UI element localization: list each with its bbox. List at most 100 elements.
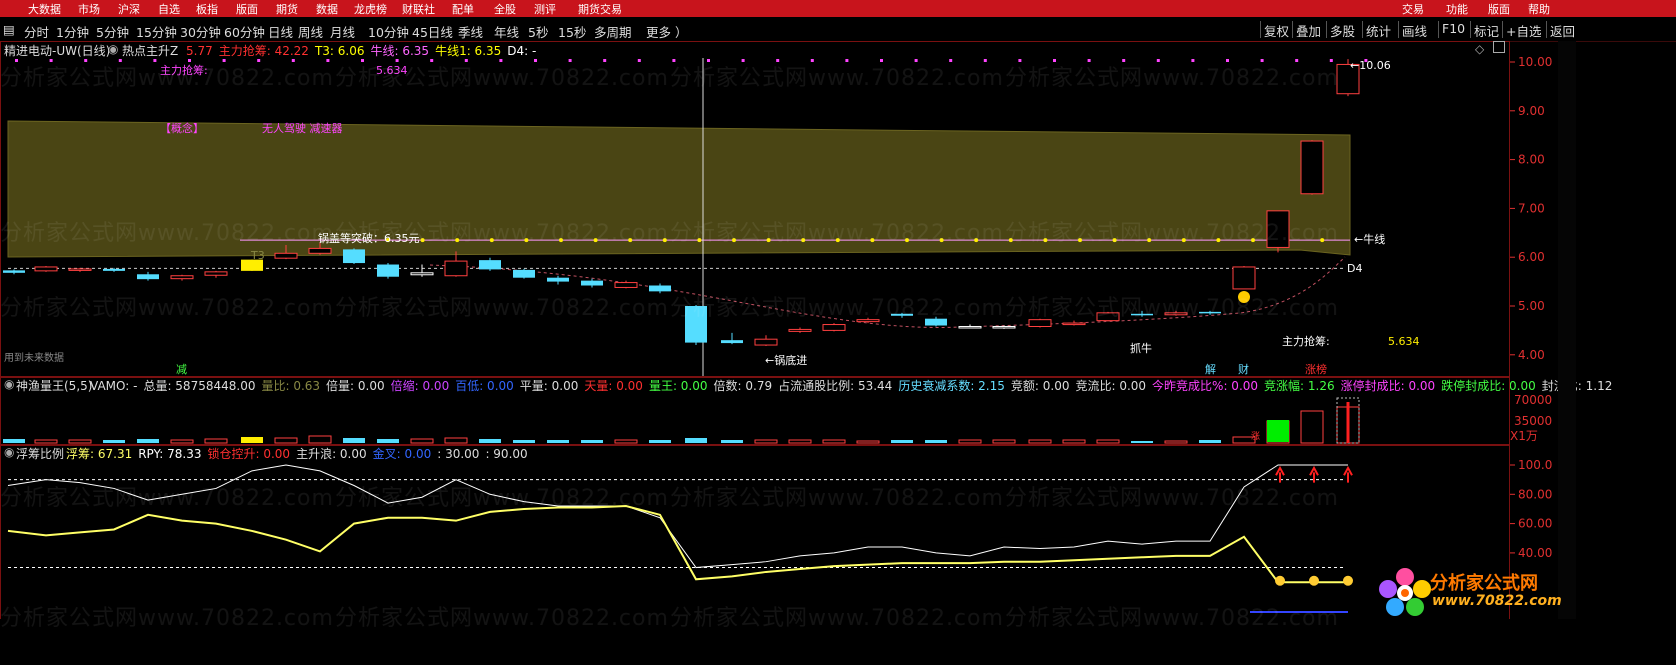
volume-bar — [1028, 439, 1052, 444]
volume-bar — [958, 439, 982, 444]
top-menu-item[interactable]: 配单 — [452, 1, 474, 17]
top-menu-item[interactable]: 自选 — [158, 1, 180, 17]
top-menu-item[interactable]: 期货 — [276, 1, 298, 17]
volume-bar — [649, 440, 671, 443]
volume-bar — [822, 439, 846, 444]
watermark-text: 分析家公式网www.70822.com — [1005, 221, 1339, 246]
volume-bar — [308, 435, 332, 444]
candle-body — [68, 268, 92, 271]
menu-grid-icon[interactable]: ▤ — [3, 22, 15, 37]
period-tab[interactable]: 年线 — [494, 22, 519, 41]
volume-canvas[interactable]: 涨 — [0, 376, 1508, 444]
logo-url: www.70822.com — [1432, 593, 1562, 609]
watermark-text: 分析家公式网www.70822.com — [0, 66, 334, 91]
flower-logo-icon — [1379, 568, 1431, 616]
vol-axis-label: 35000 — [1514, 414, 1552, 428]
period-tab[interactable]: 45日线 — [412, 22, 453, 41]
right-scrollbar[interactable] — [1558, 41, 1576, 619]
top-menu-item[interactable]: 交易 — [1402, 1, 1424, 17]
cai-mark: 财 — [1238, 362, 1249, 376]
top-menu-item[interactable]: 期货交易 — [578, 1, 622, 17]
money-bag-icon — [1343, 575, 1353, 586]
volume-bar — [547, 440, 569, 443]
volume-bar — [241, 437, 263, 443]
fuchou-canvas[interactable] — [0, 444, 1508, 619]
top-menu-item[interactable]: 功能 — [1446, 1, 1468, 17]
guodi-label: ←锅底进 — [765, 353, 807, 367]
top-menu-item[interactable]: 市场 — [78, 1, 100, 17]
toolbar-button[interactable]: 叠加 — [1296, 21, 1321, 40]
jie-mark: 解 — [1205, 362, 1216, 376]
top-menu-item[interactable]: 财联社 — [402, 1, 435, 17]
top-menu-item[interactable]: 帮助 — [1528, 1, 1550, 17]
watermark-text: 分析家公式网www.70822.com — [0, 606, 334, 631]
toolbar-button[interactable]: 复权 — [1264, 21, 1289, 40]
top-menu-item[interactable]: 全股 — [494, 1, 516, 17]
period-tab[interactable]: 季线 — [458, 22, 483, 41]
period-tab[interactable]: 10分钟 — [368, 22, 409, 41]
top-menu-item[interactable]: 板指 — [196, 1, 218, 17]
period-tab[interactable]: 分时 — [24, 22, 49, 41]
axis-label: 9.00 — [1518, 104, 1545, 118]
volume-bar — [410, 438, 434, 444]
period-tab[interactable]: 5分钟 — [96, 22, 129, 41]
candle-body — [103, 268, 125, 271]
watermark-text: 分析家公式网www.70822.com — [0, 296, 334, 321]
volume-bar — [1199, 440, 1221, 443]
vol-axis-label: 70000 — [1514, 393, 1552, 407]
top-menu-item[interactable]: 沪深 — [118, 1, 140, 17]
period-tab[interactable]: 1分钟 — [56, 22, 89, 41]
axis-label: 5.00 — [1518, 299, 1545, 313]
period-tab[interactable]: 60分钟 — [224, 22, 265, 41]
volume-bar — [103, 440, 125, 443]
watermark-text: 分析家公式网www.70822.com — [335, 606, 669, 631]
candle-body — [170, 275, 194, 280]
concept-label: 【概念】 — [160, 121, 204, 135]
axis-label: 100.0 — [1518, 458, 1552, 472]
toolbar-button[interactable]: 多股 — [1330, 21, 1355, 40]
volume-bar — [479, 439, 501, 443]
top-menu-item[interactable]: 版面 — [236, 1, 258, 17]
watermark-text: 分析家公式网www.70822.com — [1005, 486, 1339, 511]
zhang-mark: 涨 — [1251, 431, 1260, 442]
candle-body — [581, 280, 603, 286]
toolbar-button[interactable]: 标记 — [1474, 21, 1499, 40]
candle-body — [1062, 322, 1086, 326]
watermark-text: 分析家公式网www.70822.com — [670, 221, 1004, 246]
period-tab[interactable]: 多周期 — [594, 22, 632, 41]
toolbar-button[interactable]: 返回 — [1550, 21, 1575, 40]
toolbar-button[interactable]: 画线 — [1402, 21, 1427, 40]
top-menu-item[interactable]: 数据 — [316, 1, 338, 17]
candle-body — [1232, 266, 1256, 290]
candle-body — [822, 324, 846, 331]
red-arrow-icon — [1343, 465, 1353, 483]
top-menu-item[interactable]: 测评 — [534, 1, 556, 17]
volume-bar — [788, 439, 812, 444]
logo-title: 分析家公式网 — [1430, 573, 1538, 594]
candle-body — [958, 325, 982, 329]
candle-body — [274, 252, 298, 259]
toolbar-button[interactable]: 统计 — [1366, 21, 1391, 40]
volume-bar — [1096, 439, 1120, 444]
toolbar-button[interactable]: F10 — [1442, 21, 1465, 36]
toolbar-separator — [1398, 21, 1399, 38]
period-tab[interactable]: 周线 — [298, 22, 323, 41]
candle-body — [343, 249, 365, 264]
top-menu-item[interactable]: 大数据 — [28, 1, 61, 17]
period-tab[interactable]: 15分钟 — [136, 22, 177, 41]
period-tab[interactable]: 30分钟 — [180, 22, 221, 41]
top-menu-item[interactable]: 版面 — [1488, 1, 1510, 17]
period-tab[interactable]: 日线 — [268, 22, 293, 41]
period-tab[interactable]: 15秒 — [558, 22, 586, 41]
candle-body — [34, 266, 58, 272]
period-tab[interactable]: 5秒 — [528, 22, 548, 41]
candle-body — [410, 272, 434, 276]
toolbar-button[interactable]: +自选 — [1506, 21, 1541, 40]
period-tab[interactable]: 更多 ） — [646, 22, 687, 41]
candle-body — [547, 277, 569, 282]
period-tab[interactable]: 月线 — [330, 22, 355, 41]
volume-bar — [1131, 441, 1153, 443]
axis-label: 10.00 — [1518, 55, 1552, 69]
candle-body — [444, 260, 468, 277]
top-menu-item[interactable]: 龙虎榜 — [354, 1, 387, 17]
